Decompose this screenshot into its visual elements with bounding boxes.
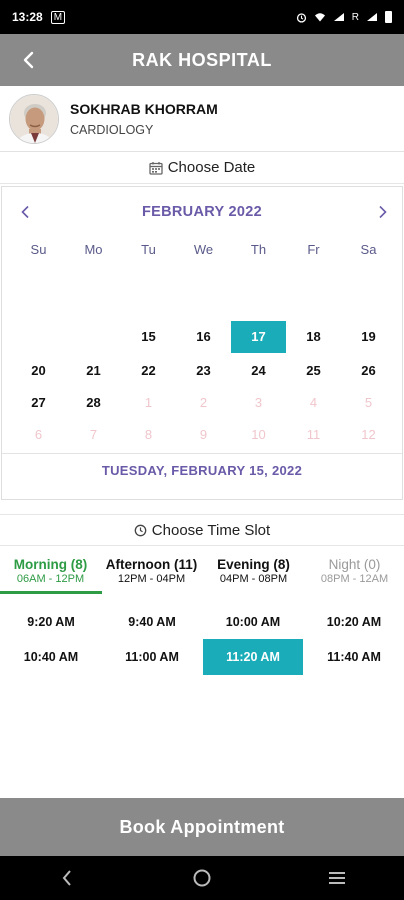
calendar-day: 6 bbox=[34, 427, 43, 442]
calendar-day[interactable]: 28 bbox=[66, 387, 121, 419]
time-slot-selected[interactable]: 11:20 AM bbox=[203, 639, 303, 675]
calendar-day[interactable]: 24 bbox=[231, 355, 286, 387]
choose-date-header: Choose Date bbox=[0, 152, 404, 184]
time-slot[interactable]: 10:20 AM bbox=[304, 604, 404, 640]
weekday-header: Th bbox=[250, 242, 267, 257]
clock-icon bbox=[134, 524, 147, 536]
tab-time-range: 08PM - 12AM bbox=[320, 573, 389, 585]
tab-afternoon[interactable]: Afternoon (11) 12PM - 04PM bbox=[101, 548, 202, 594]
nav-back-button[interactable] bbox=[47, 858, 87, 898]
calendar-day: 3 bbox=[254, 395, 263, 410]
tab-evening[interactable]: Evening (8) 04PM - 08PM bbox=[203, 548, 304, 594]
calendar-icon bbox=[149, 161, 163, 175]
calendar-day-selected[interactable]: 17 bbox=[231, 321, 286, 353]
signal-icon bbox=[333, 13, 344, 21]
book-appointment-button[interactable]: Book Appointment bbox=[0, 798, 404, 856]
status-time: 13:28 bbox=[12, 10, 43, 24]
battery-icon bbox=[385, 11, 392, 23]
calendar-day[interactable]: 23 bbox=[176, 355, 231, 387]
choose-time-label: Choose Time Slot bbox=[151, 521, 271, 539]
weekday-header: Mo bbox=[84, 242, 103, 257]
back-button[interactable] bbox=[16, 47, 40, 73]
tab-time-range: 06AM - 12PM bbox=[16, 573, 85, 585]
calendar-day[interactable]: 16 bbox=[176, 321, 231, 353]
alarm-icon bbox=[296, 12, 306, 23]
time-slot[interactable]: 9:20 AM bbox=[1, 604, 101, 640]
time-slot[interactable]: 10:00 AM bbox=[203, 604, 303, 640]
doctor-card: SOKHRAB KHORRAM CARDIOLOGY bbox=[0, 86, 404, 152]
weekday-header: We bbox=[193, 242, 214, 257]
calendar-day[interactable]: 19 bbox=[341, 321, 396, 353]
page-title: RAK HOSPITAL bbox=[132, 49, 272, 70]
calendar-day: 4 bbox=[309, 395, 318, 410]
calendar-day[interactable]: 22 bbox=[121, 355, 176, 387]
nav-menu-button[interactable] bbox=[317, 858, 357, 898]
time-slot[interactable]: 9:40 AM bbox=[102, 604, 202, 640]
tab-label: Morning (8) bbox=[13, 557, 88, 572]
calendar: FEBRUARY 2022 TUESDAY, FEBRUARY 15, 2022… bbox=[1, 186, 403, 500]
menu-icon bbox=[328, 872, 345, 884]
calendar-day: 10 bbox=[251, 427, 266, 442]
signal-icon-2 bbox=[367, 13, 377, 21]
weekday-header: Fr bbox=[307, 242, 320, 257]
calendar-month: FEBRUARY 2022 bbox=[142, 204, 262, 220]
calendar-day: 7 bbox=[89, 427, 98, 442]
home-circle-icon bbox=[193, 869, 211, 887]
doctor-info: SOKHRAB KHORRAM CARDIOLOGY bbox=[70, 101, 218, 137]
calendar-day[interactable]: 21 bbox=[66, 355, 121, 387]
nav-home-button[interactable] bbox=[182, 858, 222, 898]
chevron-right-icon bbox=[379, 205, 387, 219]
calendar-day: 1 bbox=[144, 395, 153, 410]
wifi-icon bbox=[314, 13, 325, 22]
calendar-day: 12 bbox=[361, 427, 376, 442]
calendar-day: 8 bbox=[144, 427, 153, 442]
tab-morning[interactable]: Morning (8) 06AM - 12PM bbox=[0, 548, 101, 594]
weekday-header: Su bbox=[30, 242, 47, 257]
system-nav-bar bbox=[0, 856, 404, 900]
weekday-header: Sa bbox=[360, 242, 377, 257]
choose-time-header: Choose Time Slot bbox=[0, 514, 404, 546]
tab-time-range: 12PM - 04PM bbox=[117, 573, 186, 585]
roaming-indicator: R bbox=[351, 11, 359, 23]
time-tabs: Morning (8) 06AM - 12PM Afternoon (11) 12PM… bbox=[0, 548, 404, 594]
calendar-day[interactable]: 15 bbox=[121, 321, 176, 353]
selected-date-text: TUESDAY, FEBRUARY 15, 2022 bbox=[101, 463, 303, 478]
status-bar: 13:28 M R bbox=[0, 0, 404, 34]
doctor-department: CARDIOLOGY bbox=[70, 122, 154, 137]
calendar-day: 2 bbox=[199, 395, 208, 410]
tab-label: Afternoon (11) bbox=[105, 557, 198, 572]
calendar-day[interactable]: 25 bbox=[286, 355, 341, 387]
tab-time-range: 04PM - 08PM bbox=[219, 573, 288, 585]
doctor-name: SOKHRAB KHORRAM bbox=[70, 100, 218, 117]
tab-label: Evening (8) bbox=[217, 557, 290, 572]
book-appointment-label: Book Appointment bbox=[119, 816, 285, 837]
notification-icon: M bbox=[50, 10, 66, 24]
next-month-button[interactable] bbox=[370, 195, 396, 229]
nav-back-icon bbox=[63, 870, 72, 886]
time-slot[interactable]: 10:40 AM bbox=[1, 639, 101, 675]
status-icons: R bbox=[296, 11, 392, 23]
chevron-left-icon bbox=[23, 51, 34, 69]
tab-label: Night (0) bbox=[328, 557, 381, 572]
calendar-header: FEBRUARY 2022 bbox=[2, 195, 402, 229]
time-slot[interactable]: 11:40 AM bbox=[304, 639, 404, 675]
calendar-divider bbox=[2, 453, 402, 454]
choose-date-label: Choose Date bbox=[167, 159, 256, 176]
doctor-avatar bbox=[9, 93, 59, 144]
calendar-day: 9 bbox=[199, 427, 208, 442]
time-slot[interactable]: 11:00 AM bbox=[102, 639, 202, 675]
doctor-photo bbox=[10, 94, 58, 143]
app-header: RAK HOSPITAL bbox=[0, 34, 404, 86]
calendar-day: 5 bbox=[364, 395, 373, 410]
tab-night[interactable]: Night (0) 08PM - 12AM bbox=[304, 548, 404, 594]
calendar-day[interactable]: 20 bbox=[11, 355, 66, 387]
calendar-day[interactable]: 26 bbox=[341, 355, 396, 387]
calendar-day[interactable]: 18 bbox=[286, 321, 341, 353]
calendar-day[interactable]: 27 bbox=[11, 387, 66, 419]
calendar-day: 11 bbox=[306, 427, 321, 442]
weekday-header: Tu bbox=[141, 242, 156, 257]
